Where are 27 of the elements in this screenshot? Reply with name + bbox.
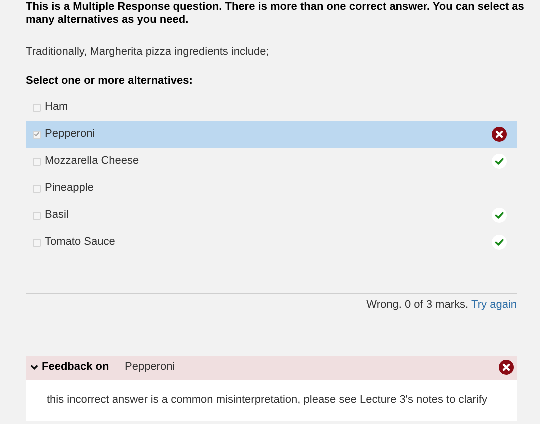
option-label: Basil (45, 208, 70, 224)
feedback-title: Feedback on (42, 360, 110, 376)
prompt-text: Select one or more alternatives: (26, 75, 194, 88)
answer-option[interactable]: Tomato Sauce (26, 229, 517, 256)
option-label: Mozzarella Cheese (45, 154, 140, 170)
answer-option[interactable]: Basil (26, 202, 517, 229)
checkbox[interactable] (33, 238, 41, 246)
option-label: Pineapple (45, 181, 95, 196)
checkbox[interactable] (33, 184, 41, 192)
checkbox[interactable] (33, 104, 41, 112)
answer-option[interactable]: Pepperoni (26, 121, 517, 148)
checkbox[interactable] (33, 130, 41, 138)
answer-option[interactable]: Pineapple (26, 175, 517, 202)
chevron-icon[interactable] (30, 364, 39, 371)
feedback-text: this incorrect answer is a common misinterpretation, please see Lecture 3's notes to clarify (47, 392, 488, 408)
checkbox[interactable] (33, 158, 41, 166)
checkbox[interactable] (33, 212, 41, 220)
score-text: Wrong. 0 of 3 marks. (366, 298, 469, 313)
instructions-text: This is a Multiple Response question. There is more than one correct answer. You can select as many alternatives as you need. (26, 1, 526, 27)
feedback-option: Pepperoni (125, 359, 499, 376)
option-label: Tomato Sauce (45, 235, 116, 250)
try-again-link[interactable]: Try again (472, 297, 517, 314)
answer-option[interactable]: Ham (26, 94, 517, 121)
question-text: Traditionally, Margherita pizza ingredients include; (26, 46, 270, 59)
option-label: Pepperoni (45, 127, 96, 142)
option-label: Ham (45, 100, 70, 116)
answer-option[interactable]: Mozzarella Cheese (26, 148, 517, 175)
